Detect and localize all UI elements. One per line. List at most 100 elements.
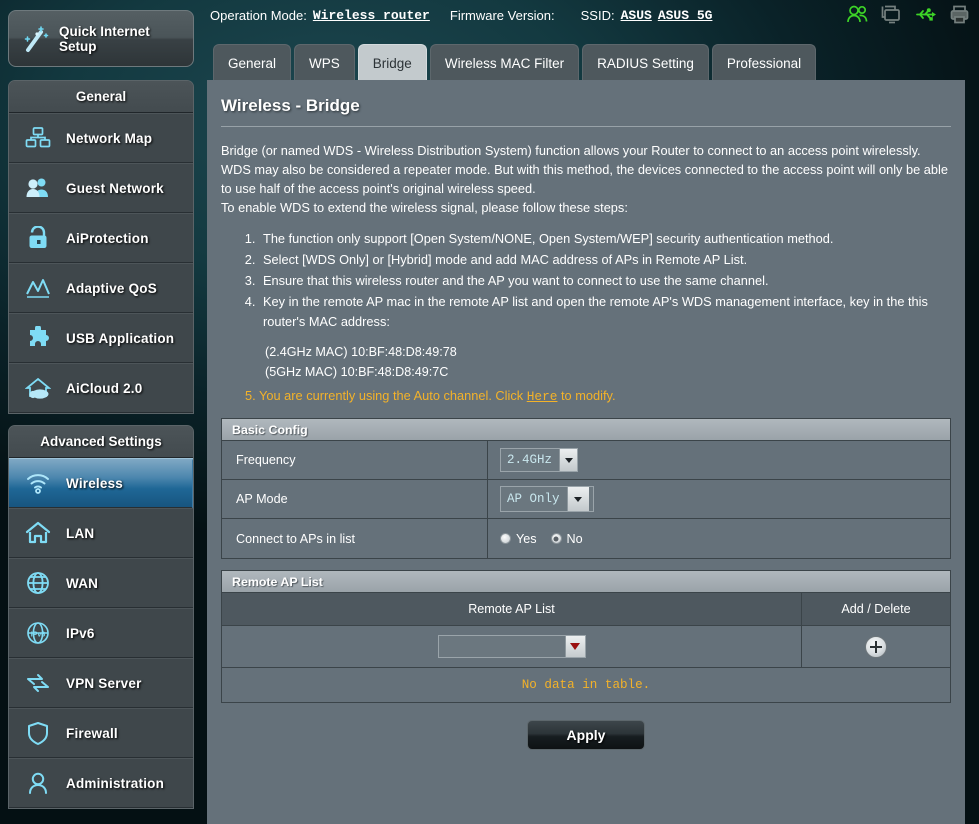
- apply-button[interactable]: Apply: [527, 720, 645, 750]
- sidebar-advanced-block: Advanced Settings Wireless LAN WAN IPv6 …: [8, 425, 194, 809]
- auto-channel-notice: 5. You are currently using the Auto chan…: [245, 386, 951, 407]
- remote-ap-table-input-row: [222, 626, 950, 668]
- ap-mode-selected-value: AP Only: [507, 492, 560, 506]
- ap-mode-select[interactable]: AP Only: [500, 486, 594, 512]
- radio-label-no: No: [566, 531, 583, 546]
- plus-circle-icon[interactable]: [865, 635, 887, 658]
- ssid-label: SSID:: [580, 7, 615, 23]
- ipv6-globe-icon: IPv6: [23, 618, 53, 648]
- mac-address-5ghz: (5GHz MAC) 10:BF:48:D8:49:7C: [265, 365, 449, 379]
- sidebar-item-label: Wireless: [66, 475, 124, 491]
- auto-channel-notice-suffix: to modify.: [557, 388, 616, 403]
- radio-dot-icon: [500, 533, 511, 544]
- sidebar-item-aicloud[interactable]: AiCloud 2.0: [9, 363, 193, 413]
- quick-internet-setup-label: Quick Internet Setup: [59, 23, 150, 54]
- frequency-value-cell: 2.4GHz: [488, 441, 950, 479]
- step-item: Select [WDS Only] or [Hybrid] mode and a…: [259, 250, 951, 270]
- sidebar-item-vpn-server[interactable]: VPN Server: [9, 658, 193, 708]
- frequency-select[interactable]: 2.4GHz: [500, 448, 578, 472]
- ssid-value-24ghz[interactable]: ASUS: [621, 8, 652, 23]
- chevron-down-icon[interactable]: [564, 636, 585, 657]
- ap-mode-row: AP Mode AP Only: [222, 480, 950, 519]
- sidebar-item-aiprotection[interactable]: AiProtection: [9, 213, 193, 263]
- guest-network-icon: [23, 173, 53, 203]
- remote-ap-list-header: Remote AP List: [222, 571, 950, 593]
- sidebar-item-label: Administration: [66, 775, 165, 791]
- step-item: Ensure that this wireless router and the…: [259, 271, 951, 291]
- remote-ap-list-section: Remote AP List Remote AP List Add / Dele…: [221, 570, 951, 703]
- connect-to-aps-row: Connect to APs in list Yes No: [222, 519, 950, 558]
- cloud-house-icon: [23, 373, 53, 403]
- sidebar-item-ipv6[interactable]: IPv6 IPv6: [9, 608, 193, 658]
- sidebar-item-label: USB Application: [66, 330, 175, 346]
- tab-wireless-mac-filter[interactable]: Wireless MAC Filter: [429, 44, 580, 82]
- wifi-icon: [23, 468, 53, 498]
- sidebar-item-label: AiProtection: [66, 230, 149, 246]
- mac-address-24ghz: (2.4GHz MAC) 10:BF:48:D8:49:78: [265, 345, 457, 359]
- radio-option-yes[interactable]: Yes: [500, 532, 537, 546]
- sidebar-advanced-header: Advanced Settings: [9, 426, 193, 458]
- tab-wps[interactable]: WPS: [294, 44, 355, 82]
- mac-address-block: (2.4GHz MAC) 10:BF:48:D8:49:78 (5GHz MAC…: [265, 342, 951, 382]
- remote-ap-add-cell: [802, 626, 950, 667]
- radio-option-no[interactable]: No: [550, 531, 583, 546]
- monitor-icon[interactable]: [880, 3, 903, 26]
- sidebar-item-wan[interactable]: WAN: [9, 558, 193, 608]
- ssid-value-5ghz[interactable]: ASUS_5G: [658, 8, 713, 23]
- sidebar-item-network-map[interactable]: Network Map: [9, 113, 193, 163]
- status-icon-group: [846, 3, 971, 26]
- users-icon[interactable]: [846, 3, 869, 26]
- remote-ap-table-header-row: Remote AP List Add / Delete: [222, 593, 950, 626]
- radio-dot-icon: [550, 533, 562, 544]
- puzzle-icon: [23, 323, 53, 353]
- printer-icon[interactable]: [948, 3, 971, 26]
- chevron-down-icon: [559, 449, 577, 471]
- chevron-down-icon: [566, 487, 589, 511]
- remote-ap-input-cell: [222, 626, 802, 667]
- column-header-add-delete: Add / Delete: [841, 602, 911, 616]
- lock-icon: [23, 223, 53, 253]
- sidebar-item-wireless[interactable]: Wireless: [9, 458, 193, 509]
- network-map-icon: [23, 123, 53, 153]
- sidebar-item-usb-application[interactable]: USB Application: [9, 313, 193, 363]
- sidebar-item-administration[interactable]: Administration: [9, 758, 193, 808]
- sidebar-item-label: AiCloud 2.0: [66, 380, 143, 396]
- page-title: Wireless - Bridge: [221, 96, 360, 115]
- remote-ap-combo-input[interactable]: [437, 635, 586, 658]
- frequency-row: Frequency 2.4GHz: [222, 441, 950, 480]
- tab-bar: General WPS Bridge Wireless MAC Filter R…: [213, 42, 817, 82]
- basic-config-section: Basic Config Frequency 2.4GHz AP Mode AP…: [221, 418, 951, 559]
- sidebar-item-guest-network[interactable]: Guest Network: [9, 163, 193, 213]
- sidebar-item-label: Adaptive QoS: [66, 280, 157, 296]
- vpn-arrows-icon: [23, 668, 53, 698]
- title-divider: [221, 126, 951, 127]
- quick-internet-setup-button[interactable]: Quick Internet Setup: [8, 10, 194, 67]
- description-paragraph-2: To enable WDS to extend the wireless sig…: [221, 200, 628, 215]
- step-item: Key in the remote AP mac in the remote A…: [259, 292, 951, 332]
- sidebar-item-lan[interactable]: LAN: [9, 508, 193, 558]
- ap-mode-value-cell: AP Only: [488, 480, 950, 518]
- sidebar-item-firewall[interactable]: Firewall: [9, 708, 193, 758]
- usb-icon[interactable]: [914, 3, 937, 26]
- tab-bridge[interactable]: Bridge: [357, 44, 427, 82]
- tab-general[interactable]: General: [213, 44, 292, 82]
- chart-icon: [23, 273, 53, 303]
- step-item: The function only support [Open System/N…: [259, 229, 951, 249]
- frequency-selected-value: 2.4GHz: [507, 453, 553, 467]
- connect-to-aps-label: Connect to APs in list: [222, 519, 488, 558]
- operation-mode-value[interactable]: Wireless router: [313, 8, 430, 23]
- basic-config-header: Basic Config: [222, 419, 950, 441]
- firmware-version-label: Firmware Version:: [449, 7, 555, 23]
- apply-button-row: Apply: [221, 720, 951, 750]
- radio-label-yes: Yes: [516, 531, 537, 546]
- here-link[interactable]: Here: [527, 389, 558, 404]
- sidebar-item-label: Guest Network: [66, 180, 164, 196]
- tab-radius-setting[interactable]: RADIUS Setting: [582, 44, 709, 82]
- tab-professional[interactable]: Professional: [711, 44, 817, 82]
- remote-ap-input-field[interactable]: [439, 636, 565, 657]
- sidebar-item-adaptive-qos[interactable]: Adaptive QoS: [9, 263, 193, 313]
- connect-to-aps-value-cell: Yes No: [488, 519, 950, 558]
- frequency-label: Frequency: [222, 441, 488, 479]
- svg-text:IPv6: IPv6: [31, 631, 46, 638]
- main-content-panel: Wireless - Bridge Bridge (or named WDS -…: [207, 80, 965, 824]
